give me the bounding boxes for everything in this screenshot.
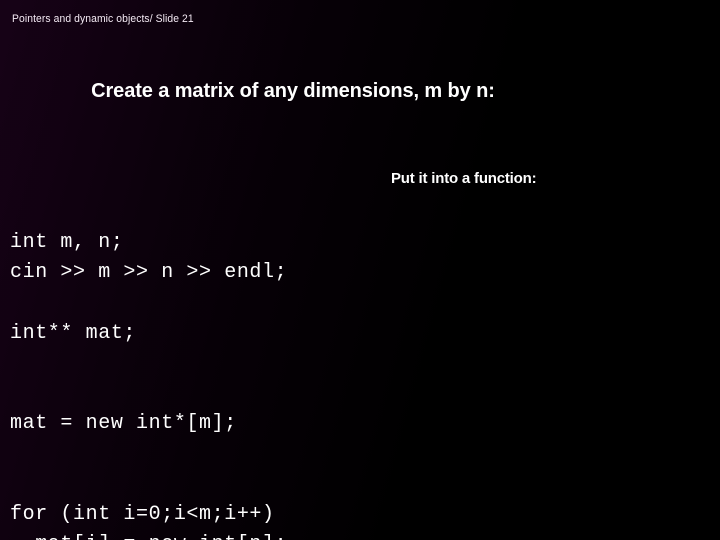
code-line: int** mat;	[10, 321, 137, 345]
slide-header-note: Pointers and dynamic objects/ Slide 21	[12, 13, 194, 25]
code-block-left: int m, n; cin >> m >> n >> endl; int** ma…	[10, 228, 360, 540]
code-line: mat[i] = new int[n];	[10, 530, 360, 540]
code-line: mat = new int*[m];	[10, 412, 237, 436]
code-line: int m, n;	[10, 231, 124, 254]
page-title: Create a matrix of any dimensions, m by …	[91, 80, 495, 102]
code-line: cin >> m >> n >> endl;	[10, 261, 288, 285]
slide-canvas: Pointers and dynamic objects/ Slide 21 C…	[0, 0, 720, 540]
code-line: for (int i=0;i<m;i++)	[10, 502, 275, 526]
section-subtitle: Put it into a function:	[391, 170, 537, 187]
